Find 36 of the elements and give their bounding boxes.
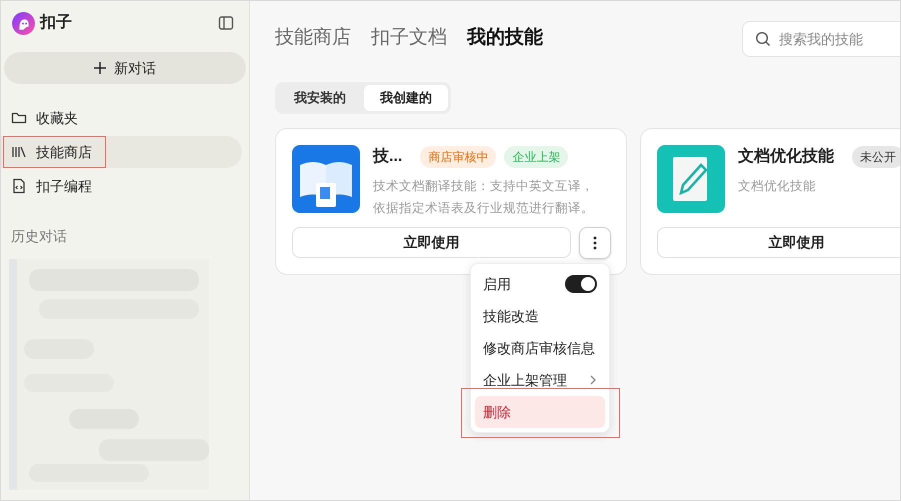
card-description: 技术文档翻译技能：支持中英文互译，依据指定术语表及行业规范进行翻译。 xyxy=(373,178,595,217)
menu-item[interactable]: 修改商店审核信息 xyxy=(475,332,605,364)
segment-tab[interactable]: 我创建的 xyxy=(364,85,448,111)
section-title: 历史对话 xyxy=(10,227,68,246)
pencil-icon xyxy=(657,145,725,213)
app-name: 扣子 xyxy=(40,12,72,33)
card-title: 文档优化技能 xyxy=(738,146,834,167)
book-icon xyxy=(292,145,360,213)
sidebar-toggle-icon[interactable] xyxy=(218,15,234,31)
sidebar-item[interactable]: 扣子编程 xyxy=(1,170,242,202)
header-tab[interactable]: 扣子文档 xyxy=(371,24,447,53)
chevron-right-icon xyxy=(589,375,597,385)
header-tab[interactable]: 我的技能 xyxy=(467,24,543,53)
status-badge: 商店审核中 xyxy=(420,146,496,168)
card-title: 技... xyxy=(373,146,402,167)
use-button[interactable]: 立即使用 xyxy=(657,227,900,258)
header-tab[interactable]: 技能商店 xyxy=(275,24,351,53)
menu-item[interactable]: 启用 xyxy=(475,268,605,300)
plus-icon xyxy=(94,62,106,74)
use-button[interactable]: 立即使用 xyxy=(292,227,571,258)
card-description: 文档优化技能 xyxy=(738,178,817,195)
status-badge: 企业上架 xyxy=(504,146,568,168)
folder-icon xyxy=(11,110,27,126)
logo-icon xyxy=(11,10,36,36)
sidebar-item[interactable]: 技能商店 xyxy=(1,136,242,168)
menu-item[interactable]: 企业上架管理 xyxy=(475,364,605,396)
segment-tab[interactable]: 我安装的 xyxy=(278,85,362,111)
sidebar-item[interactable]: 收藏夹 xyxy=(1,102,242,134)
toggle-switch[interactable] xyxy=(565,275,597,293)
books-icon xyxy=(11,144,27,160)
search-field[interactable]: 搜索我的技能 xyxy=(742,20,900,56)
status-badge: 未公开 xyxy=(852,146,900,168)
menu-item[interactable]: 技能改造 xyxy=(475,300,605,332)
more-icon xyxy=(593,236,597,250)
new-chat-button[interactable]: 新对话 xyxy=(4,52,246,84)
code-file-icon xyxy=(11,178,27,194)
